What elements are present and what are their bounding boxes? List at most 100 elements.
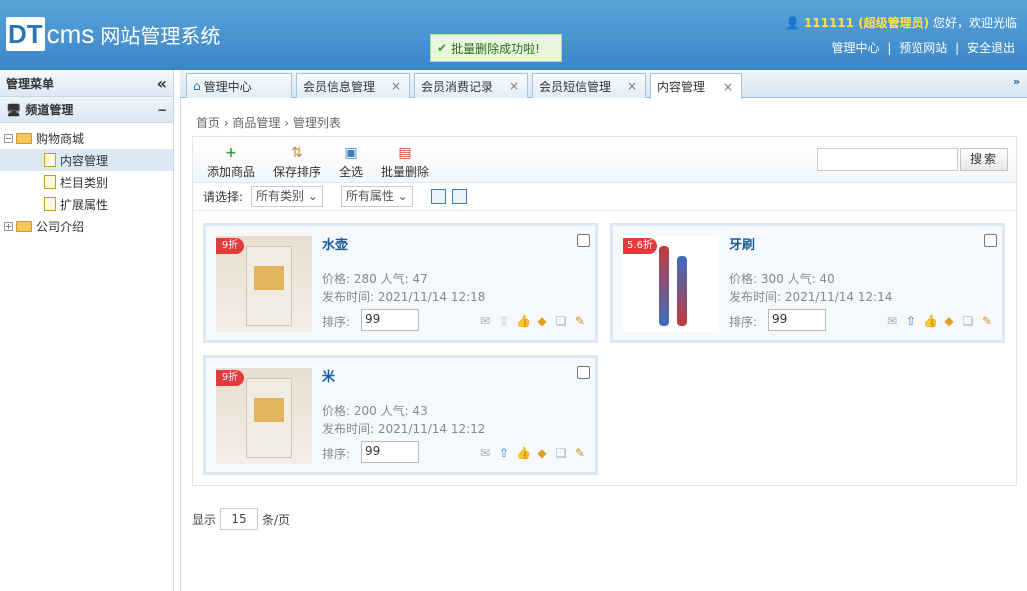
add-icon: + [225, 145, 237, 161]
edit-icon[interactable]: ✎ [573, 446, 587, 460]
top-icon[interactable]: ⇧ [497, 446, 511, 460]
category-select[interactable]: 所有类别 ⌄ [251, 186, 323, 207]
tree-item-ext[interactable]: 扩展属性 [0, 193, 173, 215]
add-product-button[interactable]: + 添加商品 [207, 145, 255, 180]
main-area: ⌂ 管理中心 会员信息管理 × 会员消费记录 × 会员短信管理 × 内容管理 × » 首… [180, 70, 1027, 591]
user-icon: 👤 [785, 16, 801, 30]
sort-input[interactable]: 99 [361, 441, 419, 463]
sort-input[interactable]: 99 [361, 309, 419, 331]
pager-show: 显示 [192, 512, 217, 527]
tab-member-info[interactable]: 会员信息管理 × [296, 73, 410, 98]
action-icons: ✉ ⇧ 👍 ◆ ❏ ✎ [473, 314, 587, 328]
tab-member-sms[interactable]: 会员短信管理 × [532, 73, 646, 98]
button-label: 添加商品 [207, 165, 256, 179]
comment-icon[interactable]: ✉ [478, 314, 492, 328]
button-label: 保存排序 [273, 165, 322, 179]
product-title[interactable]: 水壶 [322, 234, 348, 253]
channel-header[interactable]: 🖥 频道管理 − [0, 97, 173, 123]
tab-admin-center[interactable]: ⌂ 管理中心 [186, 73, 292, 98]
product-date: 发布时间: 2021/11/14 12:12 [322, 422, 486, 436]
tab-label: 会员消费记录 [421, 79, 494, 94]
copy-icon[interactable]: ❏ [554, 314, 568, 328]
copy-icon[interactable]: ❏ [554, 446, 568, 460]
plus-icon[interactable]: + [4, 221, 13, 231]
copy-icon[interactable]: ❏ [961, 314, 975, 328]
product-card: 5.6折 牙刷 价格: 300 人气: 40 发布时间: 2021/11/14 … [610, 223, 1005, 343]
monitor-icon: 🖥 [6, 103, 22, 117]
action-icons: ✉ ⇧ 👍 ◆ ❏ ✎ [880, 314, 994, 328]
link-sep: | [887, 41, 892, 55]
search-button[interactable]: 搜索 [960, 148, 1008, 171]
sidebar-header: 管理菜单 « [0, 70, 173, 97]
product-image[interactable]: 5.6折 [623, 236, 719, 332]
hot-icon[interactable]: ◆ [942, 314, 956, 328]
tab-label: 内容管理 [657, 80, 706, 94]
save-sort-button[interactable]: ⇅ 保存排序 [273, 145, 321, 180]
tree-item-content[interactable]: 内容管理 [0, 149, 173, 171]
greeting: 您好，欢迎光临 [932, 16, 1017, 30]
logo-dt: DT [6, 17, 45, 51]
top-icon[interactable]: ⇧ [497, 314, 511, 328]
comment-icon[interactable]: ✉ [478, 446, 492, 460]
close-icon[interactable]: × [391, 79, 401, 93]
edit-icon[interactable]: ✎ [980, 314, 994, 328]
close-icon[interactable]: × [627, 79, 637, 93]
select-checkbox[interactable] [577, 234, 590, 247]
tab-label: 会员短信管理 [539, 79, 612, 94]
collapse-icon[interactable]: « [157, 74, 167, 93]
product-title[interactable]: 牙刷 [729, 234, 755, 253]
page-icon [44, 197, 56, 211]
tab-label: 管理中心 [203, 79, 252, 94]
page-size-input[interactable]: 15 [220, 508, 259, 530]
link-preview-site[interactable]: 预览网站 [899, 41, 947, 55]
discount-tag: 5.6折 [623, 238, 657, 254]
close-icon[interactable]: × [509, 79, 519, 93]
sidebar-title: 管理菜单 [6, 76, 55, 91]
product-image[interactable]: 9折 [216, 368, 312, 464]
toast-text: 批量删除成功啦! [451, 41, 540, 56]
sort-input[interactable]: 99 [768, 309, 826, 331]
list-view-icon[interactable] [430, 189, 446, 204]
sort-label: 排序: [322, 447, 351, 461]
product-card: 9折 米 价格: 200 人气: 43 发布时间: 2021/11/14 12:… [203, 355, 598, 475]
tab-member-consume[interactable]: 会员消费记录 × [414, 73, 528, 98]
logo: DT cms 网站管理系统 [6, 16, 220, 52]
recommend-icon[interactable]: 👍 [923, 314, 938, 328]
hot-icon[interactable]: ◆ [535, 446, 549, 460]
tab-content-manage[interactable]: 内容管理 × [650, 73, 742, 99]
action-icons: ✉ ⇧ 👍 ◆ ❏ ✎ [473, 446, 587, 460]
recommend-icon[interactable]: 👍 [516, 446, 531, 460]
tree-item-about[interactable]: + 公司介绍 [0, 215, 173, 237]
page-icon [44, 175, 56, 189]
filter-bar: 请选择: 所有类别 ⌄ 所有属性 ⌄ [193, 183, 1016, 211]
hot-icon[interactable]: ◆ [535, 314, 549, 328]
grid-view-icon[interactable] [451, 189, 467, 204]
recommend-icon[interactable]: 👍 [516, 314, 531, 328]
search-input[interactable] [817, 148, 958, 171]
product-date: 发布时间: 2021/11/14 12:18 [322, 290, 486, 304]
tree-item-shop[interactable]: − 购物商城 [0, 127, 173, 149]
link-logout[interactable]: 安全退出 [967, 41, 1015, 55]
select-checkbox[interactable] [984, 234, 997, 247]
product-title[interactable]: 米 [322, 366, 335, 385]
link-admin-center[interactable]: 管理中心 [832, 41, 880, 55]
check-icon: ✔ [437, 41, 448, 55]
minus-icon[interactable]: − [4, 133, 13, 143]
channel-toggle-icon[interactable]: − [157, 103, 167, 117]
product-image[interactable]: 9折 [216, 236, 312, 332]
edit-icon[interactable]: ✎ [573, 314, 587, 328]
batch-delete-button[interactable]: ▤ 批量删除 [381, 145, 429, 180]
comment-icon[interactable]: ✉ [885, 314, 899, 328]
tabs-more-icon[interactable]: » [1013, 75, 1025, 93]
button-label: 全选 [339, 165, 364, 179]
select-all-button[interactable]: ▣ 全选 [339, 145, 363, 180]
select-checkbox[interactable] [577, 366, 590, 379]
select-all-icon: ▣ [344, 145, 358, 161]
product-price: 价格: 200 人气: 43 [322, 404, 428, 418]
top-header: DT cms 网站管理系统 ✔ 批量删除成功啦! 👤 111111 (超级管理员… [0, 0, 1027, 70]
top-icon[interactable]: ⇧ [904, 314, 918, 328]
close-icon[interactable]: × [723, 80, 733, 94]
tree-item-category[interactable]: 栏目类别 [0, 171, 173, 193]
page-icon [44, 153, 56, 167]
property-select[interactable]: 所有属性 ⌄ [340, 186, 413, 207]
